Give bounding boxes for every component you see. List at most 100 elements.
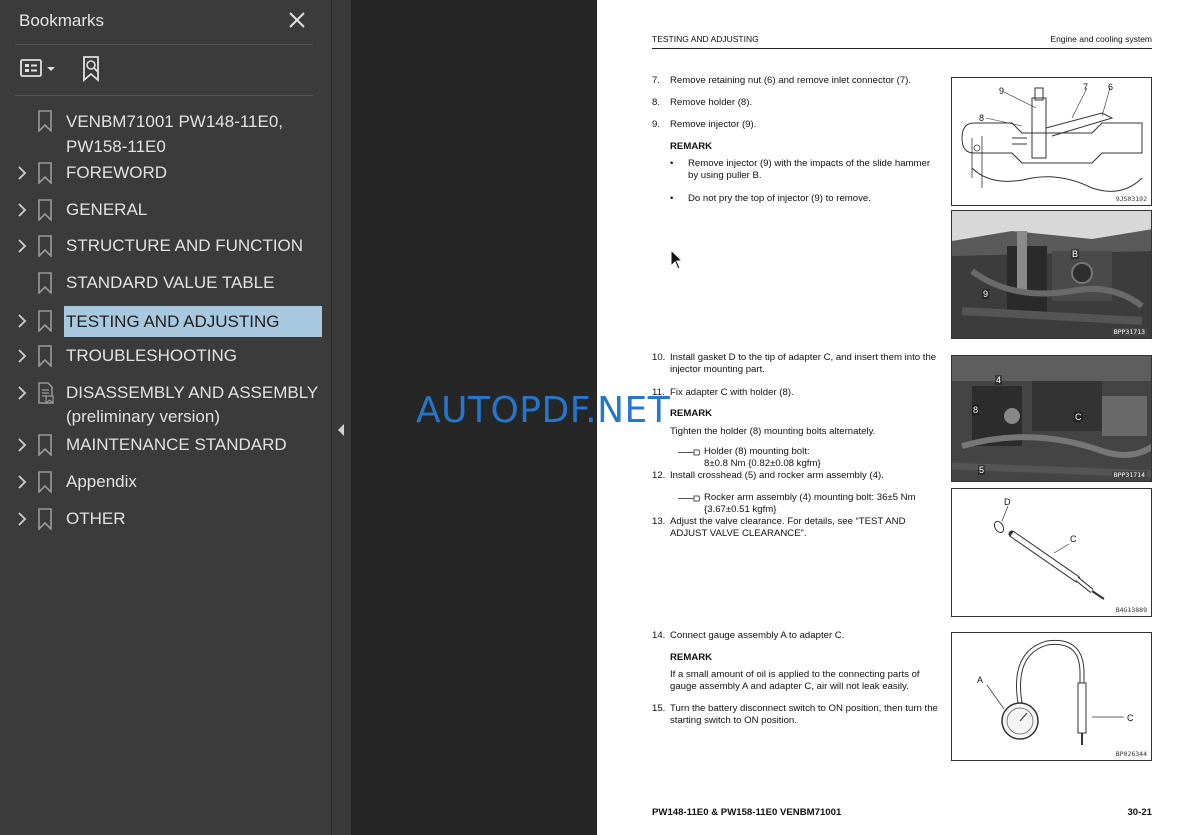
- bookmark-item-appendix[interactable]: Appendix: [0, 469, 331, 497]
- step-text: Install gasket D to the tip of adapter C…: [670, 352, 937, 375]
- step-text: Remove retaining nut (6) and remove inle…: [670, 75, 912, 86]
- figure-label: A: [977, 675, 984, 685]
- torque-line: {3.67±0.51 kgfm}: [704, 504, 777, 515]
- step-text: Fix adapter C with holder (8).: [670, 387, 794, 398]
- bookmark-label: TESTING AND ADJUSTING: [66, 312, 280, 331]
- bookmark-label: Appendix: [66, 472, 137, 491]
- torque-spec-rocker: Rocker arm assembly (4) mounting bolt: 3…: [677, 492, 947, 516]
- bookmark-item-foreword[interactable]: FOREWORD: [0, 160, 331, 188]
- collapse-panel-icon[interactable]: [336, 422, 346, 438]
- bookmark-item-disassembly[interactable]: DISASSEMBLY AND ASSEMBLY (preliminary ve…: [0, 380, 331, 430]
- bookmark-icon: [37, 110, 53, 133]
- figure-label: 7: [1083, 82, 1089, 92]
- bookmark-item-troubleshooting[interactable]: TROUBLESHOOTING: [0, 343, 331, 371]
- step-text: Remove injector (9).: [670, 119, 757, 130]
- figure-puller-photo: B 9 BPP31713: [951, 210, 1152, 339]
- torque-spec-holder: Holder (8) mounting bolt: 8±0.8 Nm {0.82…: [677, 446, 947, 470]
- figure-label: D: [1004, 497, 1011, 507]
- figure-label: 9: [982, 289, 990, 299]
- bookmark-label: DISASSEMBLY AND ASSEMBLY: [66, 383, 319, 402]
- bookmark-icon: [37, 434, 53, 457]
- adapter-drawing-icon: [993, 505, 1105, 600]
- bullet-text: Remove injector (9) with the impacts of …: [688, 158, 931, 181]
- figure-adapter-photo: 4 8 C 5 BPP31714: [951, 355, 1152, 482]
- header-divider: [15, 44, 313, 45]
- figure-code: BPP31713: [1111, 328, 1147, 336]
- page-footer-left: PW148-11E0 & PW158-11E0 VENBM71001: [652, 807, 842, 818]
- panel-splitter[interactable]: [331, 0, 351, 835]
- figure-label: 4: [995, 375, 1003, 385]
- remark-label: REMARK: [670, 652, 713, 663]
- bookmarks-panel: Bookmarks VENBM71001 PW148-11E0, PW158-1…: [0, 0, 331, 835]
- bookmark-item-general[interactable]: GENERAL: [0, 197, 331, 225]
- figure-code: BP026344: [1115, 750, 1147, 758]
- bookmark-item-root[interactable]: VENBM71001 PW148-11E0, PW158-11E0: [0, 108, 331, 158]
- bookmark-icon: [37, 162, 53, 185]
- page-header-right: Engine and cooling system: [1050, 34, 1152, 44]
- find-current-bookmark-icon[interactable]: [79, 54, 105, 84]
- bookmarks-toolbar: [15, 52, 313, 86]
- close-icon[interactable]: [285, 6, 309, 34]
- injector-drawing-icon: [961, 87, 1143, 192]
- bookmark-label: STANDARD VALUE TABLE: [66, 273, 275, 292]
- figure-label: C: [1127, 713, 1134, 723]
- chevron-right-icon[interactable]: [15, 473, 29, 491]
- bookmark-item-structure[interactable]: STRUCTURE AND FUNCTION: [0, 233, 331, 261]
- bookmark-label: TROUBLESHOOTING: [66, 346, 237, 365]
- chevron-right-icon[interactable]: [15, 164, 29, 182]
- engine-photo-icon: [952, 211, 1151, 338]
- chevron-right-icon[interactable]: [15, 347, 29, 365]
- bookmark-icon: [37, 471, 53, 494]
- oil-note: If a small amount of oil is applied to t…: [670, 669, 920, 692]
- step-number: 13.: [652, 516, 666, 527]
- figure-code: B4G13889: [1115, 606, 1147, 614]
- chevron-right-icon[interactable]: [15, 237, 29, 255]
- header-rule: [652, 48, 1152, 49]
- figure-label: B: [1071, 249, 1080, 259]
- bookmark-item-standard-value[interactable]: STANDARD VALUE TABLE: [0, 270, 331, 298]
- figure-code: BPP31714: [1111, 471, 1147, 479]
- torque-line: 8±0.8 Nm {0.82±0.08 kgfm}: [704, 458, 821, 469]
- chevron-right-icon[interactable]: [15, 384, 29, 402]
- bookmarks-header: Bookmarks: [0, 0, 331, 44]
- bookmark-item-maintenance[interactable]: MAINTENANCE STANDARD: [0, 432, 331, 460]
- step-text: Remove holder (8).: [670, 97, 753, 108]
- bookmark-icon: [37, 199, 53, 222]
- pressure-gauge-icon: [986, 639, 1124, 745]
- bookmark-document-icon: [37, 382, 54, 405]
- step-number: 9.: [652, 119, 661, 130]
- bullet-text: Do not pry the top of injector (9) to re…: [688, 193, 871, 204]
- figure-injector-drawing: 9 8 7 6 9JS03192: [951, 77, 1152, 206]
- figure-code: 9JS03192: [1115, 195, 1147, 203]
- figure-gauge-drawing: A C BP026344: [951, 632, 1152, 761]
- bookmark-icon: [37, 235, 53, 258]
- step-number: 12.: [652, 470, 666, 481]
- bookmark-item-testing[interactable]: TESTING AND ADJUSTING: [0, 306, 331, 337]
- bookmark-label: VENBM71001 PW148-11E0,: [66, 112, 284, 131]
- chevron-right-icon[interactable]: [15, 201, 29, 219]
- bullet-dot: •: [670, 193, 674, 204]
- bookmark-item-other[interactable]: OTHER: [0, 506, 331, 534]
- figure-label: 6: [1108, 82, 1114, 92]
- figure-label: 8: [972, 405, 980, 415]
- watermark: AUTOPDF.NET: [416, 390, 671, 431]
- bookmark-icon: [37, 272, 53, 295]
- bookmark-icon: [37, 345, 53, 368]
- bookmark-icon: [37, 508, 53, 531]
- torque-line: Rocker arm assembly (4) mounting bolt: 3…: [704, 492, 916, 503]
- step-text: Connect gauge assembly A to adapter C.: [670, 630, 845, 641]
- step-number: 10.: [652, 352, 666, 363]
- figure-label: C: [1074, 412, 1083, 422]
- bullet-dot: •: [670, 158, 674, 169]
- chevron-right-icon[interactable]: [15, 510, 29, 528]
- figure-label: 8: [979, 113, 985, 123]
- step-number: 8.: [652, 97, 661, 108]
- chevron-right-icon[interactable]: [15, 312, 29, 330]
- bookmark-options-icon[interactable]: [19, 56, 59, 82]
- figure-label: 5: [978, 465, 986, 475]
- figure-label: 9: [999, 86, 1005, 96]
- torque-line: Holder (8) mounting bolt:: [704, 446, 810, 457]
- remark-label: REMARK: [670, 141, 713, 152]
- chevron-right-icon[interactable]: [15, 436, 29, 454]
- page-header-left: TESTING AND ADJUSTING: [652, 34, 759, 44]
